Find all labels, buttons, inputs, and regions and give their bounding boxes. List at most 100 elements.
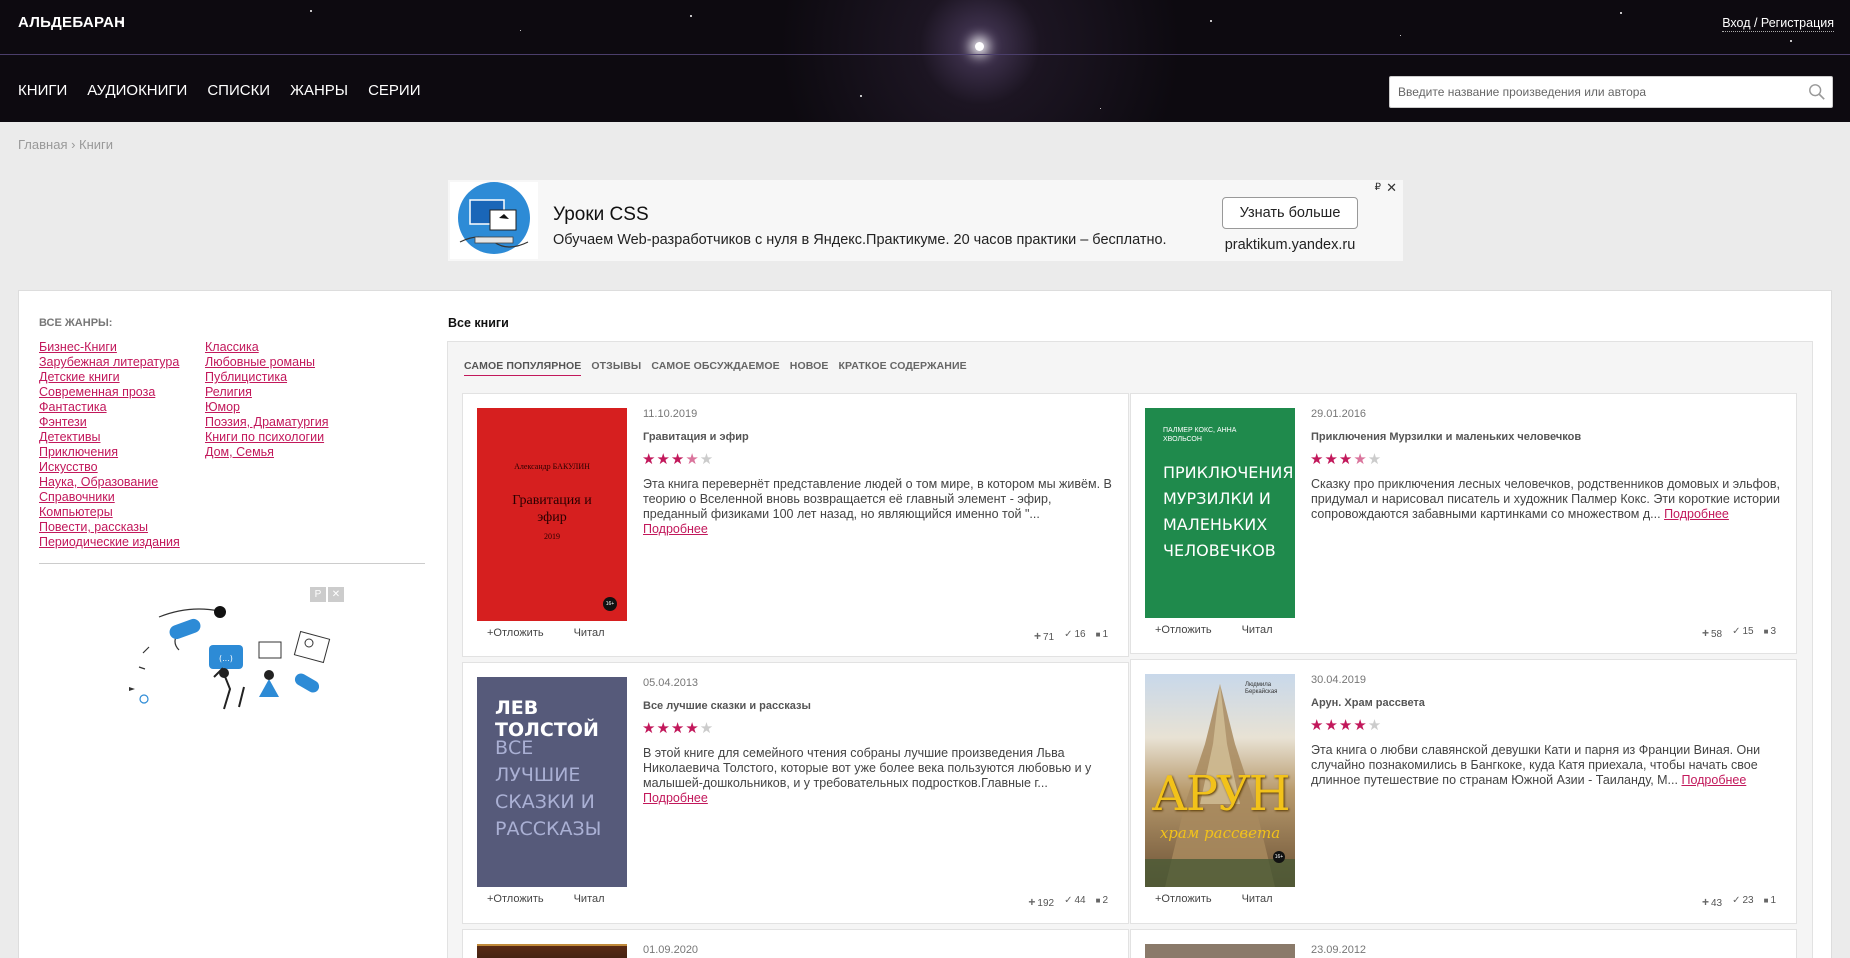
- all-books-heading: Все книги: [448, 316, 509, 330]
- ad-text[interactable]: Обучаем Web-разработчиков с нуля в Яндек…: [553, 232, 1167, 248]
- genres-divider: [39, 563, 425, 564]
- site-logo[interactable]: АЛЬДЕБАРАН: [18, 14, 125, 31]
- star-decoration: [310, 10, 312, 12]
- genre-link[interactable]: Наука, Образование: [39, 475, 158, 489]
- more-link[interactable]: Подробнее: [643, 522, 708, 536]
- genre-link[interactable]: Современная проза: [39, 385, 155, 399]
- book-cover[interactable]: ЛЕВ ТОЛСТОЙ ВСЕ ЛУЧШИЕ СКАЗКИ И РАССКАЗЫ: [477, 677, 627, 887]
- login-link[interactable]: Вход / Регистрация: [1722, 16, 1834, 32]
- read-count: 15: [1732, 626, 1753, 640]
- read-count: 23: [1732, 895, 1753, 909]
- ad-title[interactable]: Уроки CSS: [553, 204, 649, 226]
- tab-reviews[interactable]: ОТЗЫВЫ: [591, 360, 641, 376]
- genre-link[interactable]: Классика: [205, 340, 259, 354]
- star-decoration: [520, 30, 521, 31]
- defer-button[interactable]: +Отложить: [487, 893, 544, 905]
- tab-popular[interactable]: САМОЕ ПОПУЛЯРНОЕ: [464, 360, 582, 376]
- cover-author: ПАЛМЕР КОКС, АННА ХВОЛЬСОН: [1163, 427, 1237, 443]
- genre-link[interactable]: Книги по психологии: [205, 430, 324, 444]
- more-link[interactable]: Подробнее: [643, 791, 708, 805]
- ad-banner[interactable]: Уроки CSS Обучаем Web-разработчиков с ну…: [448, 180, 1403, 261]
- genre-link[interactable]: Дом, Семья: [205, 445, 274, 459]
- genre-link[interactable]: Компьютеры: [39, 505, 113, 519]
- rating-stars: ★★★★★: [642, 451, 715, 468]
- book-title[interactable]: Приключения Мурзилки и маленьких человеч…: [1311, 431, 1581, 443]
- read-button[interactable]: Читал: [1242, 893, 1273, 905]
- genre-link[interactable]: Бизнес-Книги: [39, 340, 117, 354]
- star-decoration: [1620, 12, 1622, 14]
- book-stats: 43 23 1: [1702, 895, 1776, 909]
- read-count: 16: [1064, 629, 1085, 643]
- more-link[interactable]: Подробнее: [1681, 773, 1746, 787]
- genre-link[interactable]: Религия: [205, 385, 252, 399]
- book-title[interactable]: Арун. Храм рассвета: [1311, 697, 1425, 709]
- book-card: Людмила Беркайская АРУН храм рассвета 16…: [1130, 659, 1797, 924]
- main-panel: ВСЕ ЖАНРЫ: Бизнес-Книги Зарубежная литер…: [18, 290, 1832, 958]
- comments-count: 2: [1096, 895, 1108, 909]
- genre-link[interactable]: Фэнтези: [39, 415, 87, 429]
- read-button[interactable]: Читал: [574, 627, 605, 639]
- side-ad-illustration[interactable]: (...): [119, 587, 367, 717]
- book-title[interactable]: Все лучшие сказки и рассказы: [643, 700, 811, 712]
- cover-title: Гравитация и эфир: [512, 493, 592, 525]
- nav-books[interactable]: КНИГИ: [18, 82, 67, 99]
- genre-link[interactable]: Приключения: [39, 445, 118, 459]
- genre-link[interactable]: Зарубежная литература: [39, 355, 179, 369]
- site-header: АЛЬДЕБАРАН Вход / Регистрация КНИГИ АУДИ…: [0, 0, 1850, 122]
- breadcrumb-home[interactable]: Главная: [18, 137, 67, 152]
- book-date: 30.04.2019: [1311, 674, 1367, 686]
- nav-audiobooks[interactable]: АУДИОКНИГИ: [87, 82, 187, 99]
- genre-link[interactable]: Фантастика: [39, 400, 107, 414]
- ad-ruble-mark[interactable]: ₽: [1375, 182, 1381, 193]
- genre-link[interactable]: Искусство: [39, 460, 98, 474]
- ad-close-icon[interactable]: ✕: [1386, 180, 1397, 196]
- genre-link[interactable]: Детективы: [39, 430, 100, 444]
- book-actions: +Отложить Читал: [1155, 893, 1273, 905]
- genre-link[interactable]: Справочники: [39, 490, 115, 504]
- ad-learn-more-button[interactable]: Узнать больше: [1222, 197, 1358, 229]
- ad-url[interactable]: praktikum.yandex.ru: [1224, 237, 1356, 253]
- read-button[interactable]: Читал: [574, 893, 605, 905]
- added-count: 192: [1028, 895, 1054, 909]
- star-decoration: [1100, 108, 1101, 109]
- nav-series[interactable]: СЕРИИ: [368, 82, 420, 99]
- cover-year: 2019: [544, 532, 560, 541]
- added-count: 71: [1034, 629, 1054, 643]
- genre-link[interactable]: Детские книги: [39, 370, 120, 384]
- breadcrumb-separator: ›: [67, 137, 80, 152]
- book-date: 29.01.2016: [1311, 408, 1367, 420]
- genre-link[interactable]: Периодические издания: [39, 535, 180, 549]
- main-nav: КНИГИ АУДИОКНИГИ СПИСКИ ЖАНРЫ СЕРИИ: [18, 82, 420, 99]
- cover-author: Людмила Беркайская: [1245, 682, 1278, 695]
- genre-link[interactable]: Публицистика: [205, 370, 287, 384]
- book-cover[interactable]: Александр БАКУЛИН Гравитация и эфир 2019…: [477, 408, 627, 621]
- book-cover[interactable]: ПАЛМЕР КОКС, АННА ХВОЛЬСОН ПРИКЛЮЧЕНИЯ М…: [1145, 408, 1295, 618]
- book-title[interactable]: Гравитация и эфир: [643, 431, 749, 443]
- genre-link[interactable]: Любовные романы: [205, 355, 315, 369]
- read-count: 44: [1064, 895, 1085, 909]
- search-input[interactable]: [1390, 77, 1790, 107]
- more-link[interactable]: Подробнее: [1664, 507, 1729, 521]
- book-description: Эта книга о любви славянской девушки Кат…: [1311, 743, 1761, 787]
- book-cover[interactable]: [477, 944, 627, 958]
- genre-link[interactable]: Юмор: [205, 400, 240, 414]
- header-divider: [0, 54, 1850, 55]
- read-button[interactable]: Читал: [1242, 624, 1273, 636]
- defer-button[interactable]: +Отложить: [1155, 624, 1212, 636]
- tab-discussed[interactable]: САМОЕ ОБСУЖДАЕМОЕ: [651, 360, 779, 376]
- defer-button[interactable]: +Отложить: [487, 627, 544, 639]
- nav-lists[interactable]: СПИСКИ: [207, 82, 270, 99]
- search-icon[interactable]: [1808, 83, 1826, 101]
- rating-stars: ★★★★★: [1310, 717, 1383, 734]
- tab-summary[interactable]: КРАТКОЕ СОДЕРЖАНИЕ: [839, 360, 967, 376]
- defer-button[interactable]: +Отложить: [1155, 893, 1212, 905]
- genre-link[interactable]: Поэзия, Драматургия: [205, 415, 328, 429]
- tab-new[interactable]: НОВОЕ: [790, 360, 829, 376]
- cover-title: ПРИКЛЮЧЕНИЯ МУРЗИЛКИ И МАЛЕНЬКИХ ЧЕЛОВЕЧ…: [1163, 463, 1294, 560]
- star-decoration: [690, 15, 692, 17]
- svg-text:(...): (...): [219, 654, 233, 663]
- genre-link[interactable]: Повести, рассказы: [39, 520, 148, 534]
- book-cover[interactable]: [1145, 944, 1295, 958]
- nav-genres[interactable]: ЖАНРЫ: [290, 82, 348, 99]
- book-cover[interactable]: Людмила Беркайская АРУН храм рассвета 16…: [1145, 674, 1295, 887]
